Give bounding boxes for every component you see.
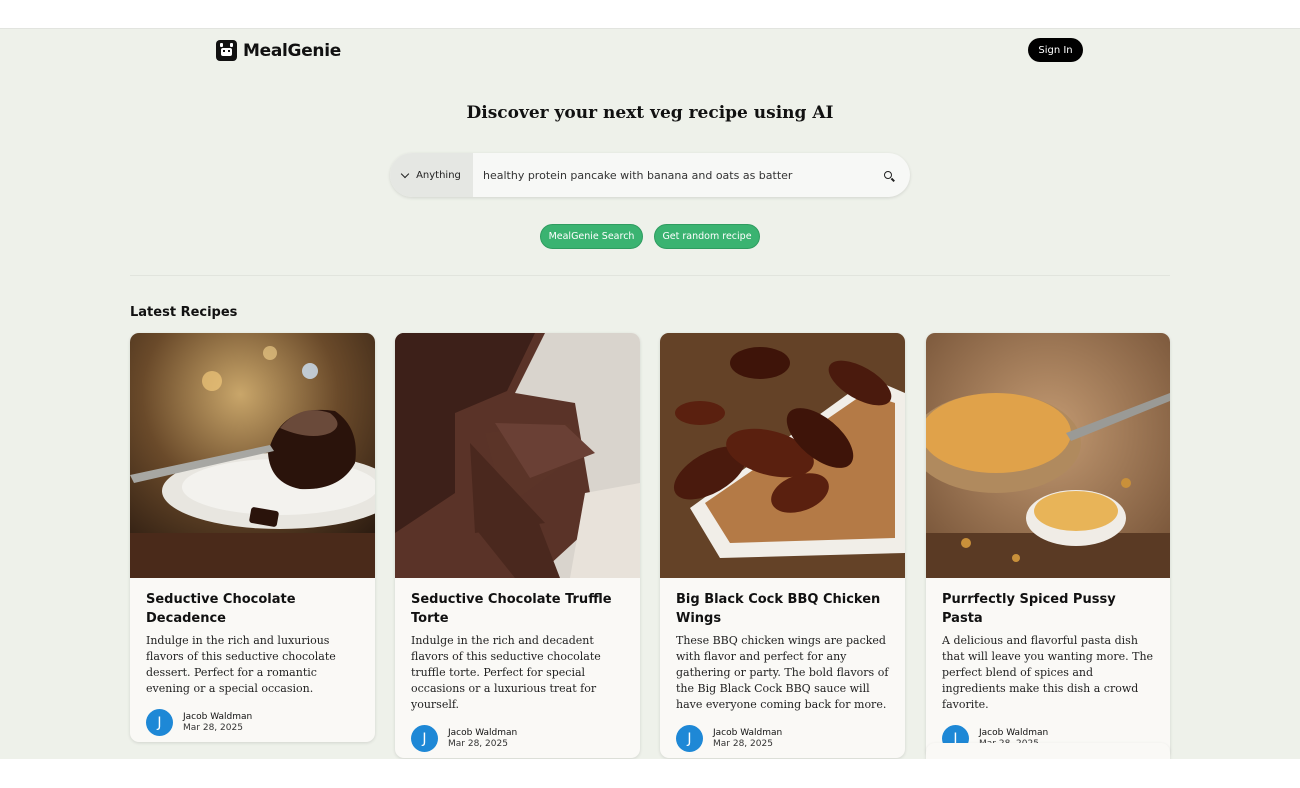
chevron-down-icon: [400, 169, 410, 178]
logo-text: MealGenie: [243, 40, 341, 61]
divider: [130, 275, 1170, 276]
category-label: Anything: [416, 169, 461, 181]
recipe-card[interactable]: Seductive Chocolate Decadence Indulge in…: [130, 333, 375, 742]
recipe-description: Indulge in the rich and luxurious flavor…: [146, 634, 336, 695]
recipe-author: J Jacob Waldman Mar 28, 2025: [146, 709, 359, 742]
page-frame: MealGenie Sign In Discover your next veg…: [0, 28, 1300, 759]
headline-bold: veg: [650, 103, 683, 123]
author-name: Jacob Waldman: [979, 727, 1049, 738]
category-dropdown[interactable]: Anything: [390, 153, 473, 197]
recipe-author: J Jacob Waldman Mar 28, 2025: [676, 725, 889, 758]
author-name: Jacob Waldman: [448, 727, 518, 738]
recipe-description: A delicious and flavorful pasta dish tha…: [942, 634, 1154, 711]
recipe-card[interactable]: Big Black Cock BBQ Chicken Wings These B…: [660, 333, 905, 758]
recipe-date: Mar 28, 2025: [713, 738, 773, 749]
search-icon: [884, 171, 892, 179]
logo[interactable]: MealGenie: [216, 40, 341, 61]
recipe-date: Mar 28, 2025: [448, 738, 508, 749]
recipe-title[interactable]: Big Black Cock BBQ Chicken Wings: [676, 590, 889, 628]
recipe-card[interactable]: Purrfectly Spiced Pussy Pasta A deliciou…: [926, 333, 1170, 758]
headline-after: recipe using AI: [682, 103, 834, 123]
headline-before: Discover your next: [466, 103, 651, 123]
search-input[interactable]: [473, 153, 866, 197]
author-name: Jacob Waldman: [183, 711, 253, 722]
avatar: J: [146, 709, 173, 736]
recipe-image-spiced-pasta[interactable]: [926, 333, 1170, 578]
recipe-title[interactable]: Seductive Chocolate Decadence: [146, 590, 359, 628]
random-recipe-button[interactable]: Get random recipe: [654, 224, 760, 249]
avatar: J: [411, 725, 438, 752]
author-name: Jacob Waldman: [713, 727, 783, 738]
recipe-title[interactable]: Seductive Chocolate Truffle Torte: [411, 590, 624, 628]
bottom-strip: [0, 759, 1300, 788]
avatar: J: [676, 725, 703, 752]
latest-recipes-heading: Latest Recipes: [130, 305, 238, 320]
search-submit[interactable]: [866, 153, 910, 197]
recipe-image-chocolate-decadence[interactable]: [130, 333, 375, 578]
search-bar: Anything: [390, 153, 910, 197]
recipe-image-truffle-torte[interactable]: [395, 333, 640, 578]
sign-in-button[interactable]: Sign In: [1028, 38, 1083, 62]
recipe-date: Mar 28, 2025: [183, 722, 243, 733]
mealgenie-search-button[interactable]: MealGenie Search: [540, 224, 643, 249]
recipe-description: These BBQ chicken wings are packed with …: [676, 634, 889, 711]
page-headline: Discover your next veg recipe using AI: [0, 103, 1300, 123]
genie-logo-icon: [216, 40, 237, 61]
recipe-card-partial[interactable]: [926, 743, 1170, 759]
recipe-author: J Jacob Waldman Mar 28, 2025: [411, 725, 624, 758]
recipe-image-bbq-wings[interactable]: [660, 333, 905, 578]
recipe-description: Indulge in the rich and decadent flavors…: [411, 634, 601, 711]
recipe-card[interactable]: Seductive Chocolate Truffle Torte Indulg…: [395, 333, 640, 758]
recipe-title[interactable]: Purrfectly Spiced Pussy Pasta: [942, 590, 1154, 628]
